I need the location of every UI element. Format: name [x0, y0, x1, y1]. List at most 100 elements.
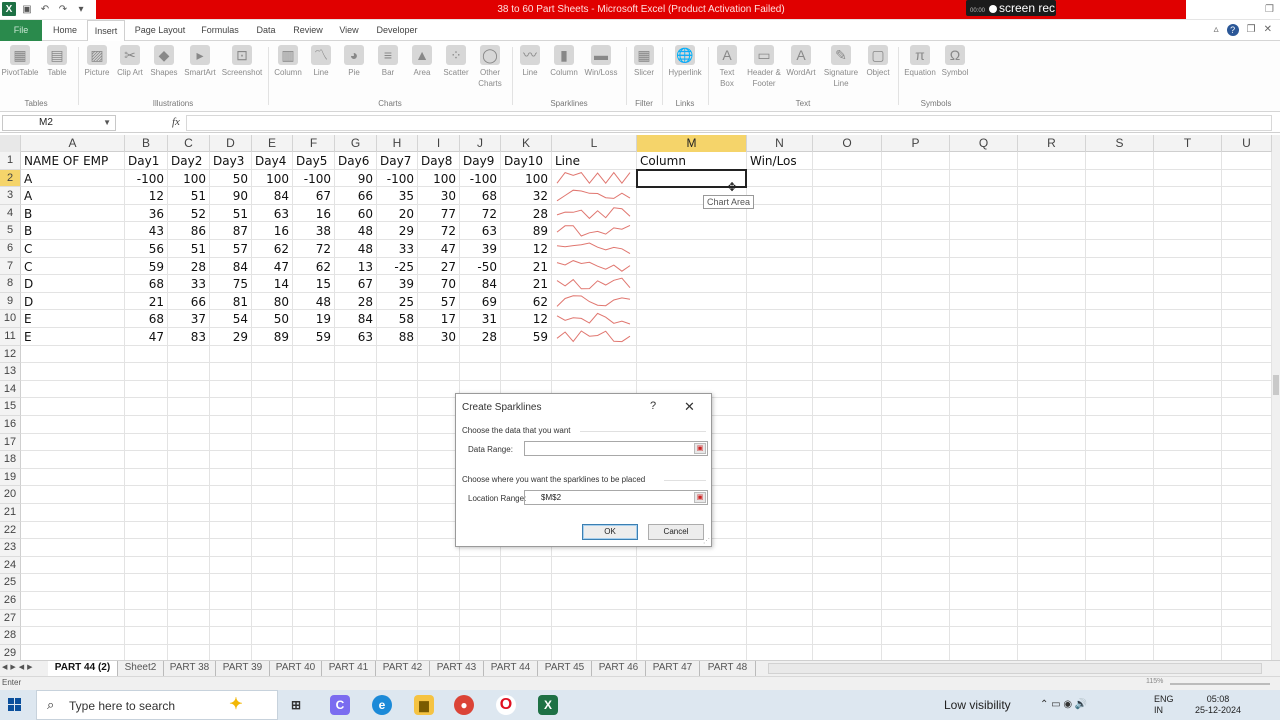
tab-home[interactable]: Home — [46, 20, 84, 41]
sheet-tab[interactable]: Sheet2 — [118, 661, 164, 676]
column-header-r[interactable]: R — [1018, 135, 1086, 152]
range-selector-icon[interactable]: ▣ — [694, 492, 706, 503]
value-cell[interactable]: 54 — [210, 310, 252, 327]
dialog-help-icon[interactable]: ? — [650, 400, 656, 412]
row-header-26[interactable]: 26 — [0, 592, 21, 610]
ok-button[interactable]: OK — [582, 524, 638, 540]
hyperlink-button[interactable]: 🌐 Hyperlink — [666, 45, 704, 78]
header-cell[interactable]: Day2 — [168, 152, 210, 169]
bar-chart-button[interactable]: ≡ Bar — [374, 45, 402, 78]
column-header-q[interactable]: Q — [950, 135, 1018, 152]
save-icon[interactable]: ▣ — [20, 2, 34, 16]
value-cell[interactable]: 13 — [335, 258, 377, 275]
row-header-11[interactable]: 11 — [0, 328, 21, 346]
value-cell[interactable]: 28 — [335, 293, 377, 310]
column-header-s[interactable]: S — [1086, 135, 1154, 152]
row-header-5[interactable]: 5 — [0, 222, 21, 240]
employee-cell[interactable]: A — [21, 170, 125, 187]
value-cell[interactable]: 100 — [501, 170, 552, 187]
value-cell[interactable]: 59 — [501, 328, 552, 345]
sheet-tab[interactable]: PART 47 — [646, 661, 700, 676]
value-cell[interactable]: 50 — [210, 170, 252, 187]
value-cell[interactable]: 59 — [293, 328, 335, 345]
tab-review[interactable]: Review — [288, 20, 328, 41]
sheet-tab[interactable]: PART 42 — [376, 661, 430, 676]
sparkline-column-button[interactable]: ▮ Column — [548, 45, 580, 78]
resize-grip-icon[interactable]: ⋰ — [703, 537, 710, 545]
value-cell[interactable]: -25 — [377, 258, 418, 275]
value-cell[interactable]: 75 — [210, 275, 252, 292]
value-cell[interactable]: 16 — [293, 205, 335, 222]
value-cell[interactable]: 48 — [293, 293, 335, 310]
value-cell[interactable]: 58 — [377, 310, 418, 327]
column-header-o[interactable]: O — [813, 135, 882, 152]
sheet-tab[interactable]: PART 46 — [592, 661, 646, 676]
value-cell[interactable]: 43 — [125, 222, 168, 239]
pivottable-button[interactable]: ▦ PivotTable — [0, 45, 40, 78]
column-header-c[interactable]: C — [168, 135, 210, 152]
value-cell[interactable]: 17 — [418, 310, 460, 327]
header-cell[interactable]: Day4 — [252, 152, 293, 169]
value-cell[interactable]: 48 — [335, 240, 377, 257]
row-header-9[interactable]: 9 — [0, 292, 21, 311]
column-header-h[interactable]: H — [377, 135, 418, 152]
header-cell[interactable]: Day6 — [335, 152, 377, 169]
value-cell[interactable]: 27 — [418, 258, 460, 275]
slicer-button[interactable]: ▦ Slicer — [630, 45, 658, 78]
column-header-i[interactable]: I — [418, 135, 460, 152]
value-cell[interactable]: 100 — [252, 170, 293, 187]
cancel-button[interactable]: Cancel — [648, 524, 704, 540]
value-cell[interactable]: 63 — [335, 328, 377, 345]
value-cell[interactable]: 67 — [335, 275, 377, 292]
value-cell[interactable]: 56 — [125, 240, 168, 257]
value-cell[interactable]: 69 — [460, 293, 501, 310]
row-header-1[interactable]: 1 — [0, 152, 21, 170]
value-cell[interactable]: 63 — [460, 222, 501, 239]
picture-button[interactable]: ▨ Picture — [82, 45, 112, 78]
value-cell[interactable]: 47 — [125, 328, 168, 345]
value-cell[interactable]: 29 — [377, 222, 418, 239]
value-cell[interactable]: 84 — [210, 258, 252, 275]
value-cell[interactable]: 14 — [252, 275, 293, 292]
value-cell[interactable]: 57 — [418, 293, 460, 310]
customize-qat-icon[interactable]: ▾ — [74, 2, 88, 16]
sheet-tab[interactable]: PART 40 — [270, 661, 322, 676]
row-header-13[interactable]: 13 — [0, 363, 21, 381]
value-cell[interactable]: 39 — [460, 240, 501, 257]
value-cell[interactable]: 21 — [501, 258, 552, 275]
value-cell[interactable]: 70 — [418, 275, 460, 292]
column-header-d[interactable]: D — [210, 135, 252, 152]
sheet-tab[interactable]: PART 38 — [164, 661, 216, 676]
weather-text[interactable]: Low visibility — [944, 698, 1011, 712]
row-header-22[interactable]: 22 — [0, 521, 21, 540]
row-header-20[interactable]: 20 — [0, 486, 21, 504]
opera-icon[interactable]: O — [496, 695, 516, 715]
header-cell[interactable]: Day3 — [210, 152, 252, 169]
value-cell[interactable]: 51 — [168, 240, 210, 257]
row-header-3[interactable]: 3 — [0, 187, 21, 205]
employee-cell[interactable]: D — [21, 275, 125, 292]
other-charts-button[interactable]: ◯ Other Charts — [474, 45, 506, 89]
column-header-g[interactable]: G — [335, 135, 377, 152]
value-cell[interactable]: 51 — [210, 205, 252, 222]
formula-input[interactable] — [186, 115, 1272, 131]
column-header-a[interactable]: A — [21, 135, 125, 152]
sheet-tab[interactable]: PART 48 — [700, 661, 756, 676]
value-cell[interactable]: 30 — [418, 328, 460, 345]
table-button[interactable]: ▤ Table — [42, 45, 72, 78]
row-header-2[interactable]: 2 — [0, 169, 21, 188]
row-header-4[interactable]: 4 — [0, 204, 21, 223]
insert-function-icon[interactable]: fx — [172, 116, 180, 128]
value-cell[interactable]: 19 — [293, 310, 335, 327]
value-cell[interactable]: 12 — [501, 310, 552, 327]
value-cell[interactable]: 29 — [210, 328, 252, 345]
dialog-close-icon[interactable]: ✕ — [684, 399, 695, 415]
row-header-8[interactable]: 8 — [0, 275, 21, 293]
system-tray-icons[interactable]: ⌃ ▭ ◉ 🔊 — [1040, 699, 1087, 710]
employee-cell[interactable]: C — [21, 240, 125, 257]
sheet-tab[interactable]: PART 45 — [538, 661, 592, 676]
value-cell[interactable]: 48 — [335, 222, 377, 239]
employee-cell[interactable]: B — [21, 205, 125, 222]
screenshot-button[interactable]: ⊡ Screenshot — [220, 45, 264, 78]
column-header-n[interactable]: N — [747, 135, 813, 152]
